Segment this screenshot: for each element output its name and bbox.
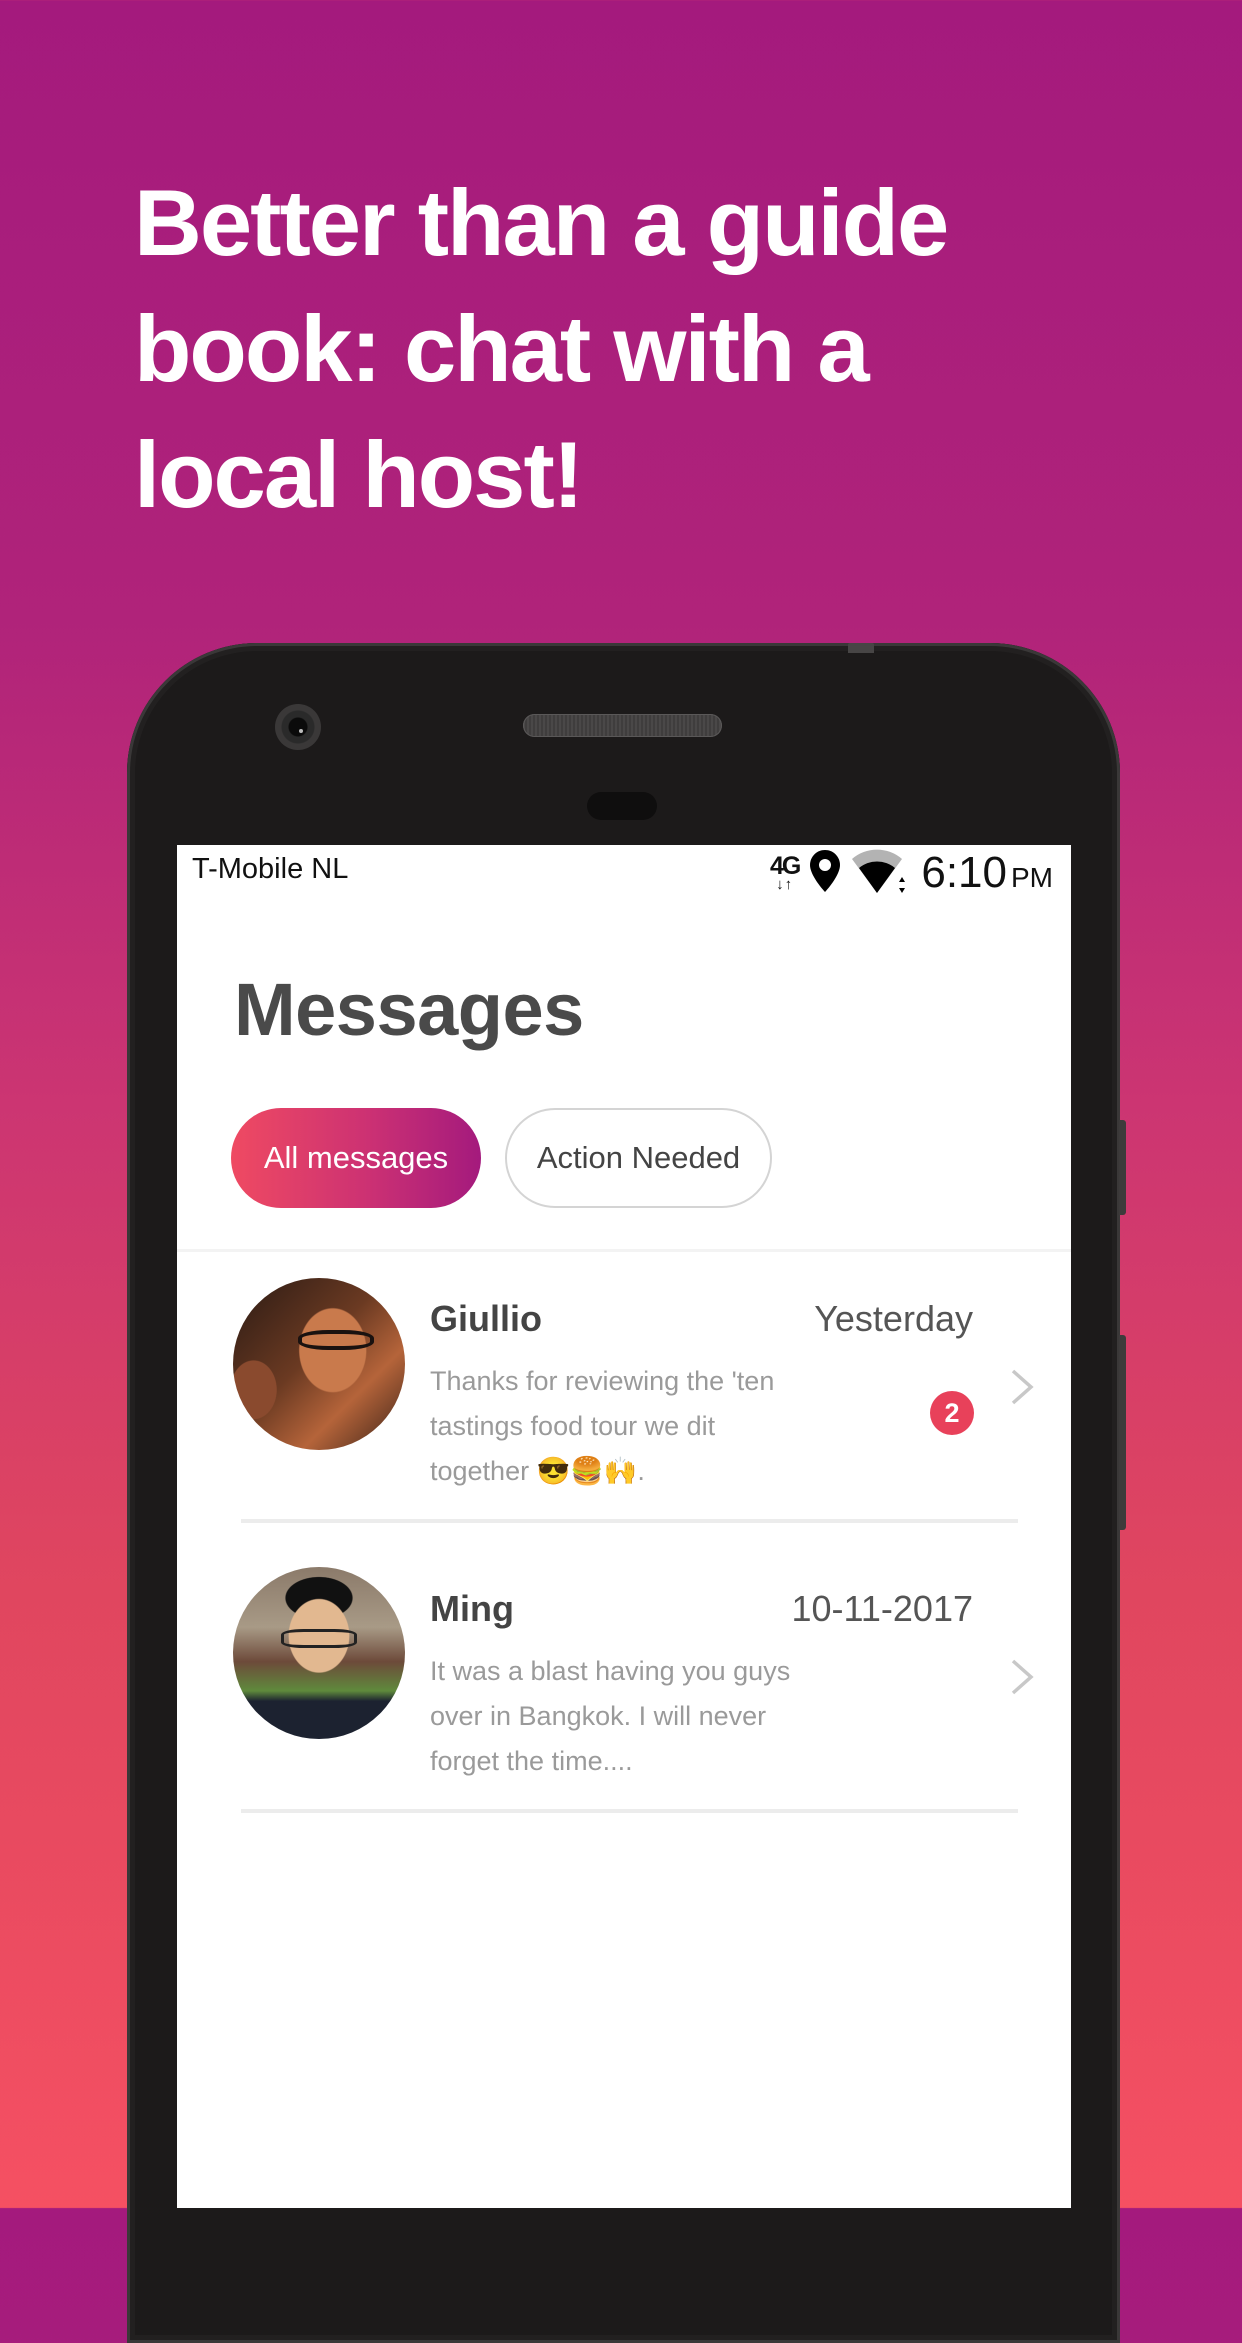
tab-label: All messages [263,1140,449,1175]
clock-ampm: PM [1011,862,1053,893]
phone-screen: T-Mobile NL 4G ↓↑ 6:10 PM Messages All m… [177,845,1071,2208]
phone-volume-button [1119,1335,1126,1530]
message-row-ming[interactable]: Ming 10-11-2017 It was a blast having yo… [177,1555,1071,1845]
message-filter-tabs: All messages Action Needed [231,1108,772,1208]
message-row-giullio[interactable]: Giullio Yesterday Thanks for reviewing t… [177,1265,1071,1555]
proximity-sensor [587,792,657,820]
headline-line-3: local host! [134,422,584,527]
tabs-divider [177,1249,1071,1252]
chevron-right-icon [1011,1659,1034,1695]
4g-data-icon: 4G ↓↑ [770,854,801,893]
phone-top-button [848,643,874,653]
headline-line-2: book: chat with a [134,296,870,401]
row-divider [241,1809,1018,1813]
promo-headline: Better than a guide book: chat with a lo… [134,160,1194,538]
message-preview: It was a blast having you guys over in B… [430,1656,791,1776]
clock: 6:10 PM [921,848,1053,898]
status-icons: 4G ↓↑ 6:10 PM [770,847,1053,899]
clock-time: 6:10 [921,848,1007,897]
tab-label: Action Needed [536,1140,741,1175]
wifi-signal-icon [851,847,907,900]
tab-action-needed[interactable]: Action Needed [505,1108,772,1208]
message-preview: Thanks for reviewing the 'ten tastings f… [430,1366,775,1486]
avatar [233,1278,405,1450]
row-divider [241,1519,1018,1523]
carrier-name: T-Mobile NL [192,853,349,885]
avatar [233,1567,405,1739]
contact-name: Giullio [430,1298,542,1339]
earpiece-speaker [523,714,722,737]
message-date: Yesterday [814,1298,973,1339]
data-arrows: ↓↑ [776,876,794,893]
message-date: 10-11-2017 [791,1588,973,1629]
front-camera [275,704,321,750]
chevron-right-icon [1011,1369,1034,1405]
phone-power-button [1119,1120,1126,1215]
location-pin-icon [809,849,841,898]
status-bar: T-Mobile NL 4G ↓↑ 6:10 PM [177,845,1071,901]
unread-badge: 2 [930,1391,974,1435]
headline-line-1: Better than a guide [134,170,949,275]
tab-all-messages[interactable]: All messages [231,1108,481,1208]
page-title: Messages [234,968,584,1051]
contact-name: Ming [430,1588,514,1629]
